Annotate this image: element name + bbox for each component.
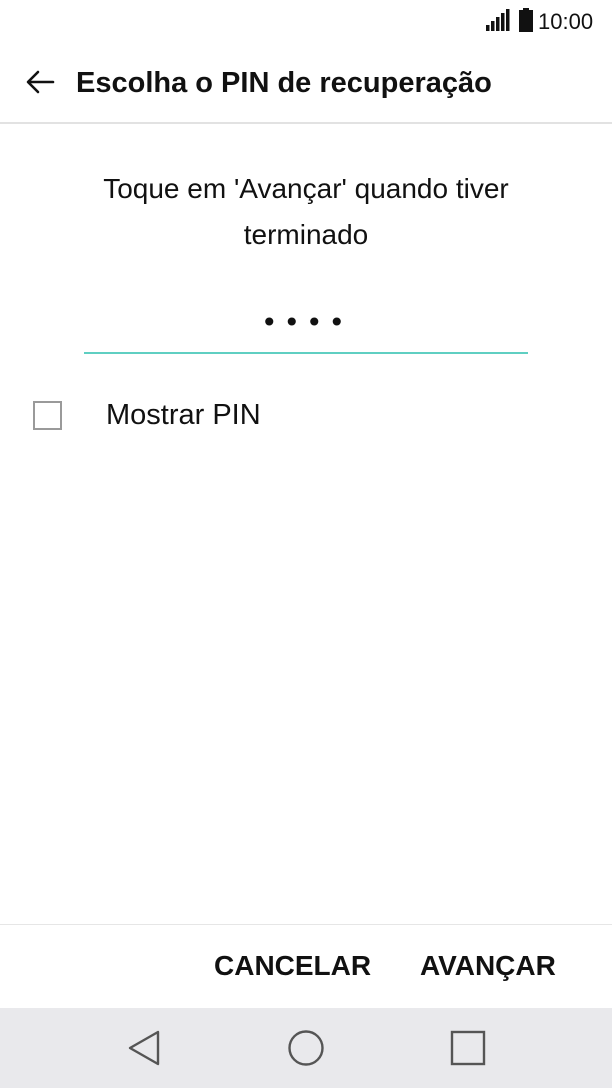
status-bar: 10:00 [0, 0, 612, 44]
nav-recent-button[interactable] [448, 1028, 488, 1068]
show-pin-checkbox[interactable] [33, 401, 62, 430]
pin-input[interactable] [84, 292, 528, 354]
cancel-button[interactable]: CANCELAR [214, 949, 371, 983]
button-bar: CANCELAR AVANÇAR [0, 924, 612, 1008]
next-button[interactable]: AVANÇAR [420, 949, 556, 983]
status-time: 10:00 [538, 9, 594, 34]
circle-home-icon [288, 1030, 324, 1066]
show-pin-label: Mostrar PIN [106, 399, 261, 431]
page-title: Escolha o PIN de recuperação [76, 67, 492, 99]
nav-home-button[interactable] [286, 1028, 326, 1068]
app-bar: Escolha o PIN de recuperação [0, 44, 612, 124]
nav-back-button[interactable] [124, 1028, 164, 1068]
back-button[interactable] [20, 62, 60, 102]
show-pin-option[interactable]: Mostrar PIN [0, 388, 612, 444]
instruction-text: Toque em 'Avançar' quando tiver terminad… [103, 173, 509, 250]
triangle-back-icon [128, 1030, 160, 1066]
signal-icon [486, 9, 510, 31]
navigation-bar [0, 1008, 612, 1088]
square-recent-icon [450, 1030, 486, 1066]
arrow-left-icon [26, 70, 55, 94]
battery-icon [519, 8, 533, 32]
